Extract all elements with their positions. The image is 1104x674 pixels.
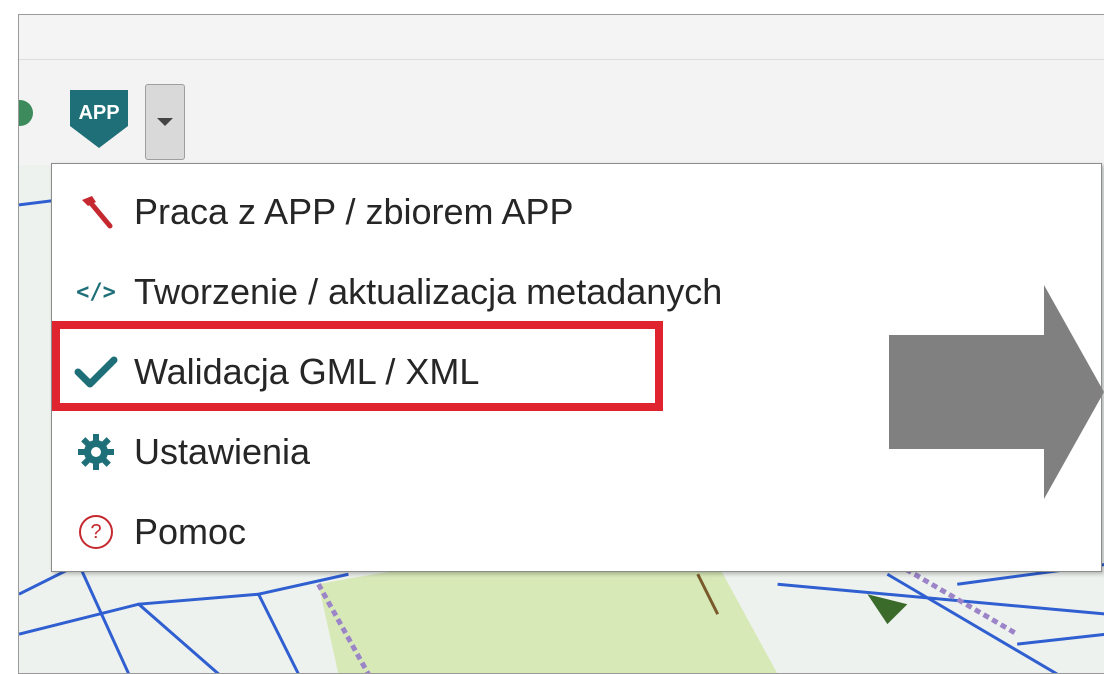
menu-item-label: Walidacja GML / XML [134, 351, 480, 392]
plugin-icon[interactable] [19, 100, 33, 126]
gear-icon [74, 430, 118, 474]
app-icon-text: APP [78, 102, 119, 124]
chevron-down-icon [157, 118, 173, 126]
menu-item-label: Praca z APP / zbiorem APP [134, 191, 574, 232]
menu-item-label: Ustawienia [134, 431, 311, 472]
code-icon: </> [74, 270, 118, 314]
help-icon: ? [74, 510, 118, 554]
title-bar [19, 15, 1104, 60]
code-icon-symbol: </> [76, 279, 116, 305]
menu-item-praca-z-app[interactable]: Praca z APP / zbiorem APP [52, 172, 1101, 252]
menu-item-label: Tworzenie / aktualizacja metadanych [134, 271, 723, 312]
toolbar: APP [19, 60, 1104, 178]
app-plugin-icon[interactable]: APP [66, 88, 132, 150]
menu-item-pomoc[interactable]: ? Pomoc [52, 492, 1101, 572]
arrow-right-icon [889, 285, 1104, 499]
checkmark-icon [74, 350, 118, 394]
hammer-icon [74, 190, 118, 234]
help-icon-symbol: ? [79, 515, 113, 549]
menu-item-label: Pomoc [134, 511, 247, 552]
app-menu-dropdown-button[interactable] [145, 84, 185, 160]
